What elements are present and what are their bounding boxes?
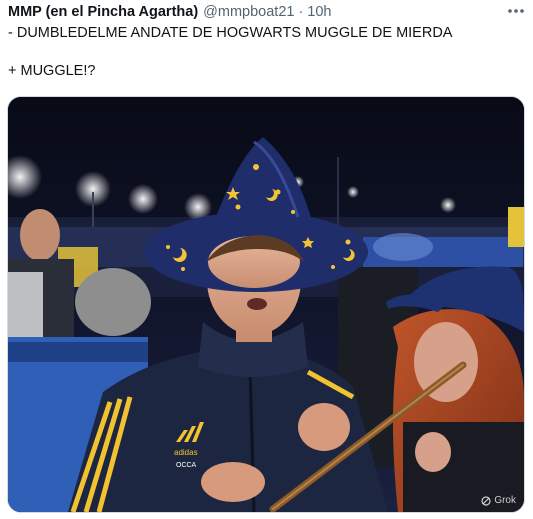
tweet-line-1: - DUMBLEDELME ANDATE DE HOGWARTS MUGGLE … [8,25,453,41]
separator-dot: · [298,4,304,20]
tweet-header: MMP (en el Pincha Agartha) @mmpboat21 · … [8,2,525,22]
author-handle[interactable]: @mmpboat21 [203,4,294,20]
grok-watermark: Grok [481,495,516,506]
more-options-icon[interactable] [505,1,527,21]
video-still-image: adidas OCCA [8,97,524,512]
author-name[interactable]: MMP (en el Pincha Agartha) [8,4,198,20]
more-horizontal-icon [508,9,524,13]
tweet-media[interactable]: adidas OCCA Grok [7,96,525,513]
timestamp[interactable]: 10h [307,4,331,20]
shirt-sponsor-text: OCCA [176,462,197,469]
grok-logo-icon [481,495,491,506]
tweet-text: - DUMBLEDELME ANDATE DE HOGWARTS MUGGLE … [8,24,525,81]
tweet-line-2: + MUGGLE!? [8,63,96,79]
shirt-brand-text: adidas [174,448,198,457]
watermark-label: Grok [494,495,516,506]
